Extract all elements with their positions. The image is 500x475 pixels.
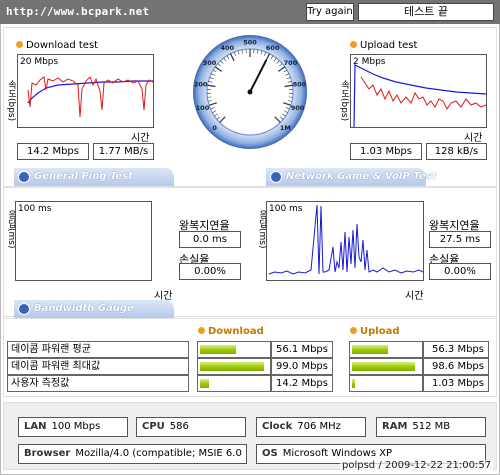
cpu-value: 586 xyxy=(169,421,189,432)
speed-gauge: 0 100 200 300 400 500 600 700 800 900 1M xyxy=(193,35,307,149)
gauge-tick-label: 500 xyxy=(243,39,257,47)
download-bar xyxy=(200,379,209,388)
gauge-tick-label: 0 xyxy=(212,124,217,132)
upload-time-label: 시간 xyxy=(464,133,483,144)
clock-value: 706 MHz xyxy=(297,421,341,432)
download-speed-mbps: 14.2 Mbps xyxy=(17,143,89,160)
gauge-hub xyxy=(247,89,253,95)
general-ping-chart: 100 ms xyxy=(15,201,152,281)
ram-value: 512 MB xyxy=(412,421,451,432)
upload-bar-cell xyxy=(349,375,423,392)
game-loss-value: 0.00% xyxy=(429,263,491,280)
download-bar-cell xyxy=(197,341,271,358)
lan-value: 100 Mbps xyxy=(51,421,101,432)
gauge-tick-label: 700 xyxy=(284,59,298,67)
play-icon xyxy=(270,171,282,183)
upload-value: 98.6 Mbps xyxy=(423,358,489,375)
play-icon xyxy=(18,171,30,183)
download-bar-cell xyxy=(197,358,271,375)
upload-bar xyxy=(352,362,415,371)
download-bar xyxy=(200,362,264,371)
download-time-label: 시간 xyxy=(131,133,150,144)
footer-timestamp: polpsd / 2009-12-22 21:00:57 xyxy=(340,460,494,471)
bandwidth-row-label: 데이콤 파워랜 최대값 xyxy=(7,358,189,375)
game-ping-time-label: 시간 xyxy=(405,291,424,302)
gauge-tick-label: 600 xyxy=(266,44,280,52)
clock-label: Clock xyxy=(262,421,293,432)
os-value: Microsoft Windows XP xyxy=(282,448,393,459)
os-label: OS xyxy=(262,448,278,459)
tab-network-game-label: Network Game & VoIP Test xyxy=(286,171,437,182)
site-url[interactable]: http://www.bcpark.net xyxy=(6,5,149,18)
upload-title-text: Upload test xyxy=(360,40,418,51)
tab-bandwidth-gauge[interactable]: Bandwidth Gauge xyxy=(14,300,174,318)
tab-general-ping[interactable]: General Ping Test xyxy=(14,168,174,186)
general-ping-scale-label: 100 ms xyxy=(18,204,52,214)
general-loss-value: 0.00% xyxy=(179,263,241,280)
gauge-tick-label: 400 xyxy=(221,44,235,52)
upload-graph xyxy=(353,64,486,127)
cpu-info: CPU 586 xyxy=(136,417,246,437)
bandwidth-row-label: 데이콤 파워랜 평균 xyxy=(7,341,189,358)
lan-label: LAN xyxy=(24,421,47,432)
download-speed-mbs: 1.77 MB/s xyxy=(93,143,154,160)
gauge-tick-label: 800 xyxy=(293,81,307,89)
browser-value: Mozilla/4.0 (compatible; MSIE 6.0 xyxy=(75,448,242,459)
cpu-label: CPU xyxy=(142,421,165,432)
upload-value: 1.03 Mbps xyxy=(423,375,489,392)
lan-info: LAN 100 Mbps xyxy=(18,417,128,437)
download-title: Download test xyxy=(16,40,98,51)
gauge-tick-label: 1M xyxy=(280,124,291,132)
upload-speed-mbps: 1.03 Mbps xyxy=(350,143,422,160)
tab-general-ping-label: General Ping Test xyxy=(34,171,134,182)
gauge-tick-label: 200 xyxy=(194,81,208,89)
orb-icon xyxy=(350,327,357,334)
ram-info: RAM 512 MB xyxy=(376,417,486,437)
bandwidth-row-label: 사용자 측정값 xyxy=(7,375,189,392)
upload-blue-line xyxy=(353,64,486,127)
game-rtt-value: 27.5 ms xyxy=(429,231,491,248)
download-value: 56.1 Mbps xyxy=(271,341,333,358)
upload-bar xyxy=(352,345,388,354)
game-ping-graph xyxy=(268,204,423,275)
tab-bandwidth-gauge-label: Bandwidth Gauge xyxy=(34,303,134,314)
orb-icon xyxy=(350,41,357,48)
bandwidth-download-header: Download xyxy=(198,326,264,337)
download-bar-cell xyxy=(197,375,271,392)
upload-value: 56.3 Mbps xyxy=(423,341,489,358)
orb-icon xyxy=(198,327,205,334)
try-again-button[interactable]: Try again xyxy=(306,3,354,21)
download-value: 99.0 Mbps xyxy=(271,358,333,375)
ram-label: RAM xyxy=(382,421,408,432)
browser-info: Browser Mozilla/4.0 (compatible; MSIE 6.0 xyxy=(18,444,247,464)
browser-label: Browser xyxy=(24,448,71,459)
bandwidth-upload-header-text: Upload xyxy=(360,326,400,337)
test-end-button[interactable]: 테스트 끝 xyxy=(358,3,494,21)
bandwidth-upload-header: Upload xyxy=(350,326,399,337)
upload-bar-cell xyxy=(349,341,423,358)
upload-chart: 2 Mbps xyxy=(350,54,487,128)
download-value: 14.2 Mbps xyxy=(271,375,333,392)
upload-title: Upload test xyxy=(350,40,417,51)
download-title-text: Download test xyxy=(26,40,99,51)
download-graph xyxy=(27,76,153,118)
general-rtt-value: 0.0 ms xyxy=(179,231,241,248)
gauge-tick-label: 100 xyxy=(196,104,210,112)
game-ping-chart: 100 ms xyxy=(266,201,424,281)
game-ping-line xyxy=(268,204,423,275)
clock-info: Clock 706 MHz xyxy=(256,417,366,437)
play-icon xyxy=(18,303,30,315)
gauge-tick-label: 300 xyxy=(203,59,217,67)
download-bar xyxy=(200,345,236,354)
upload-speed-kbs: 128 kB/s xyxy=(426,143,487,160)
upload-bar-cell xyxy=(349,358,423,375)
download-chart: 20 Mbps xyxy=(17,54,154,128)
gauge-tick-label: 900 xyxy=(291,104,305,112)
tab-network-game[interactable]: Network Game & VoIP Test xyxy=(266,168,436,186)
bandwidth-download-header-text: Download xyxy=(208,326,264,337)
orb-icon xyxy=(16,41,23,48)
upload-bar xyxy=(352,379,355,388)
